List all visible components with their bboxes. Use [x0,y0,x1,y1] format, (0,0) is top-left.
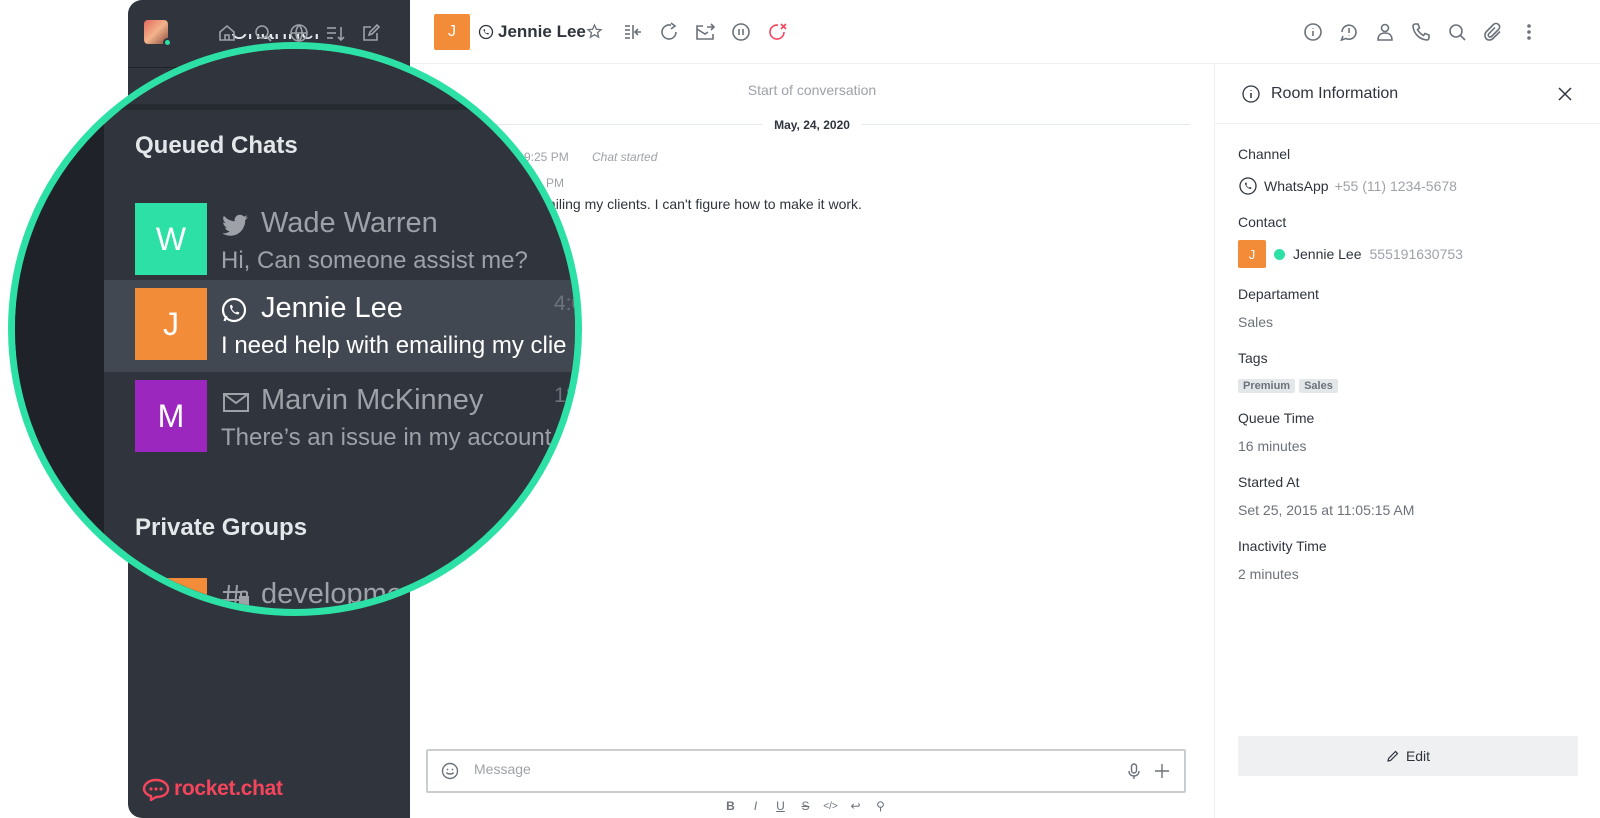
chat-avatar: J [135,288,207,360]
room-name: Jennie Lee [498,22,586,41]
queued-chats-heading: Queued Chats [135,132,298,159]
sidebar-magnifier: Queued Chats W Wade Warren Hi, Can someo… [8,42,582,616]
format-toolbar: B I U S </> ↩ ⚲ [722,798,889,815]
search-messages-icon[interactable] [1446,21,1468,43]
whatsapp-icon [478,24,494,40]
search-icon[interactable] [252,22,274,44]
chat-avatar: W [135,203,207,275]
tag-premium: Premium [1238,379,1296,393]
microphone-icon[interactable] [1124,761,1144,781]
department-value: Sales [1238,314,1274,330]
twitter-icon [222,214,248,236]
whatsapp-icon [1239,177,1257,195]
channel-number: +55 (11) 1234-5678 [1334,178,1457,194]
directory-icon[interactable] [288,22,310,44]
message-composer[interactable]: Message [426,749,1186,793]
rocketchat-logo: rocket.chat [142,776,283,802]
panel-header: Room Information [1215,64,1600,124]
link-button[interactable]: ⚲ [872,798,889,815]
queued-chat-item-active[interactable]: J Jennie Lee I need help with emailing m… [104,280,582,372]
queue-time-label: Queue Time [1238,410,1315,426]
channel-label: Channel [1238,146,1291,162]
room-info-icon[interactable] [1302,21,1324,43]
chat-preview: There’s an issue in my account [221,424,552,451]
contact-avatar: J [1238,240,1266,268]
online-status-indicator [1274,248,1285,260]
strikethrough-button[interactable]: S [797,798,814,815]
close-icon[interactable] [1555,84,1575,104]
inactivity-time-value: 2 minutes [1238,566,1299,582]
sort-icon[interactable] [324,22,346,44]
favorite-star-icon[interactable] [586,23,603,40]
phone-icon[interactable] [1410,21,1432,43]
multiline-button[interactable]: ↩ [847,798,864,815]
code-button[interactable]: </> [822,798,839,815]
attachment-icon[interactable] [1482,21,1504,43]
chat-preview: I need help with emailing my clie [221,332,567,359]
discussion-alert-icon[interactable] [1338,21,1360,43]
tags-list: Premium Sales [1238,376,1342,393]
italic-button[interactable]: I [747,798,764,815]
emoji-icon[interactable] [440,761,460,781]
message-body: ailing my clients. I can't figure how to… [548,196,862,212]
panel-title: Room Information [1271,85,1399,102]
private-groups-heading: Private Groups [135,514,308,541]
bold-button[interactable]: B [722,798,739,815]
close-chat-icon[interactable] [766,21,788,43]
channel-value: WhatsApp +55 (11) 1234-5678 [1238,176,1457,196]
magnified-sidebar-header [104,49,575,110]
pencil-icon [1387,750,1399,762]
contact-row[interactable]: J Jennie Lee 555191630753 [1238,240,1463,268]
room-avatar[interactable]: J [434,14,470,50]
chat-name: Marvin McKinney [261,384,484,416]
magnified-workspace-bar [15,49,104,609]
date-divider-label: May, 24, 2020 [762,118,862,132]
move-to-queue-icon[interactable] [622,21,644,43]
message-input[interactable]: Message [474,761,531,777]
chat-name: Jennie Lee [261,292,403,324]
chat-avatar: M [135,380,207,452]
contact-label: Contact [1238,214,1287,230]
info-icon [1242,85,1260,103]
pause-icon[interactable] [730,21,752,43]
system-message-text: Chat started [592,150,658,164]
room-header: J Jennie Lee [410,0,1600,64]
inactivity-time-label: Inactivity Time [1238,538,1327,554]
contact-icon[interactable] [1374,21,1396,43]
app-window: Channel rocket.chat [0,0,1600,818]
kebab-menu-icon[interactable] [1518,21,1540,43]
queued-chat-item[interactable]: W Wade Warren Hi, Can someone assist me? [104,195,575,287]
chat-time: 12 [554,384,578,407]
queue-time-value: 16 minutes [1238,438,1307,454]
contact-name: Jennie Lee [1293,246,1362,262]
chat-preview: Hi, Can someone assist me? [221,247,528,274]
email-icon [223,393,249,412]
room-info-panel: Room Information Channel WhatsApp +55 (1… [1214,64,1600,818]
contact-number: 555191630753 [1369,246,1463,262]
transcript-icon[interactable] [694,21,716,43]
channel-name: WhatsApp [1264,178,1329,194]
chat-name: Wade Warren [261,207,438,239]
rocketchat-logo-icon [142,778,170,801]
chat-time: 4:0 [554,292,582,315]
tag-sales: Sales [1299,379,1338,393]
tags-label: Tags [1238,350,1268,366]
edit-button[interactable]: Edit [1238,736,1578,776]
private-channel-icon [222,584,249,608]
started-at-value: Set 25, 2015 at 11:05:15 AM [1238,502,1415,518]
create-new-icon[interactable] [360,22,382,44]
forward-chat-icon[interactable] [658,21,680,43]
queued-chat-item[interactable]: M Marvin McKinney There’s an issue in my… [104,372,578,464]
home-icon[interactable] [216,22,238,44]
started-at-label: Started At [1238,474,1300,490]
rocketchat-logo-text: rocket.chat [174,777,283,800]
whatsapp-icon [221,297,247,323]
underline-button[interactable]: U [772,798,789,815]
user-status-indicator [163,38,172,47]
group-name: developme [261,578,403,610]
plus-icon[interactable] [1152,761,1172,781]
edit-button-label: Edit [1405,748,1431,764]
department-label: Departament [1238,286,1319,302]
